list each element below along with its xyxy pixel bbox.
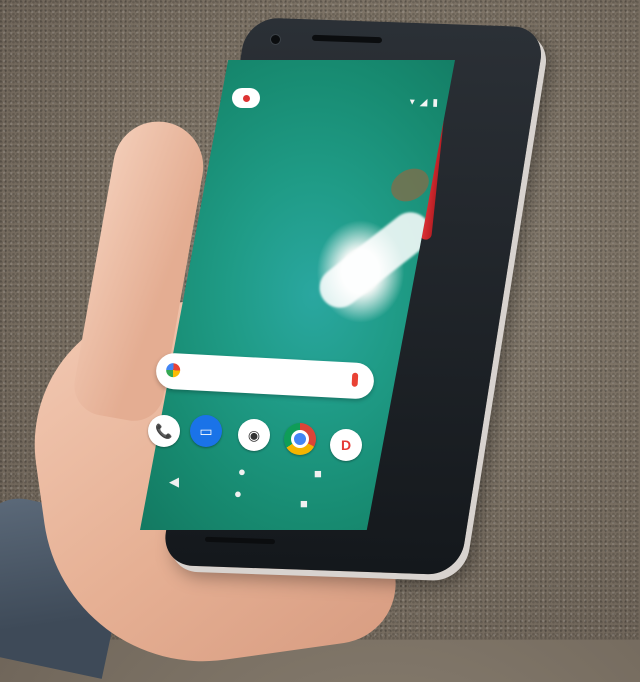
messages-app-icon[interactable]: ▭: [190, 415, 222, 447]
chrome-center: [291, 430, 309, 448]
recents-icon[interactable]: ■: [314, 466, 322, 481]
store-app-icon[interactable]: D: [330, 429, 362, 461]
google-g-icon: [165, 362, 181, 378]
mic-icon[interactable]: [351, 372, 359, 387]
phone-app-icon[interactable]: 📞: [148, 415, 180, 447]
phone-glyph: 📞: [155, 422, 173, 439]
camera-glyph: ◉: [247, 426, 261, 443]
back-icon[interactable]: ◀: [169, 474, 179, 490]
home-indicator-icon[interactable]: ●: [238, 464, 246, 479]
recents-secondary-icon[interactable]: ■: [300, 496, 308, 511]
navigation-bar: ◀ ● ● ■ ■: [165, 460, 335, 511]
app-dock: 📞 ▭ ◉ D: [148, 413, 368, 461]
messages-glyph: ▭: [199, 422, 213, 439]
signal-icon: ◢: [419, 96, 428, 108]
store-glyph: D: [340, 437, 352, 453]
wifi-icon: ▾: [409, 96, 415, 108]
home-icon[interactable]: ●: [234, 486, 242, 501]
chrome-app-icon[interactable]: [284, 423, 316, 455]
front-camera-icon: [270, 34, 281, 45]
camera-app-icon[interactable]: ◉: [238, 419, 270, 451]
battery-icon: ▮: [432, 96, 439, 109]
